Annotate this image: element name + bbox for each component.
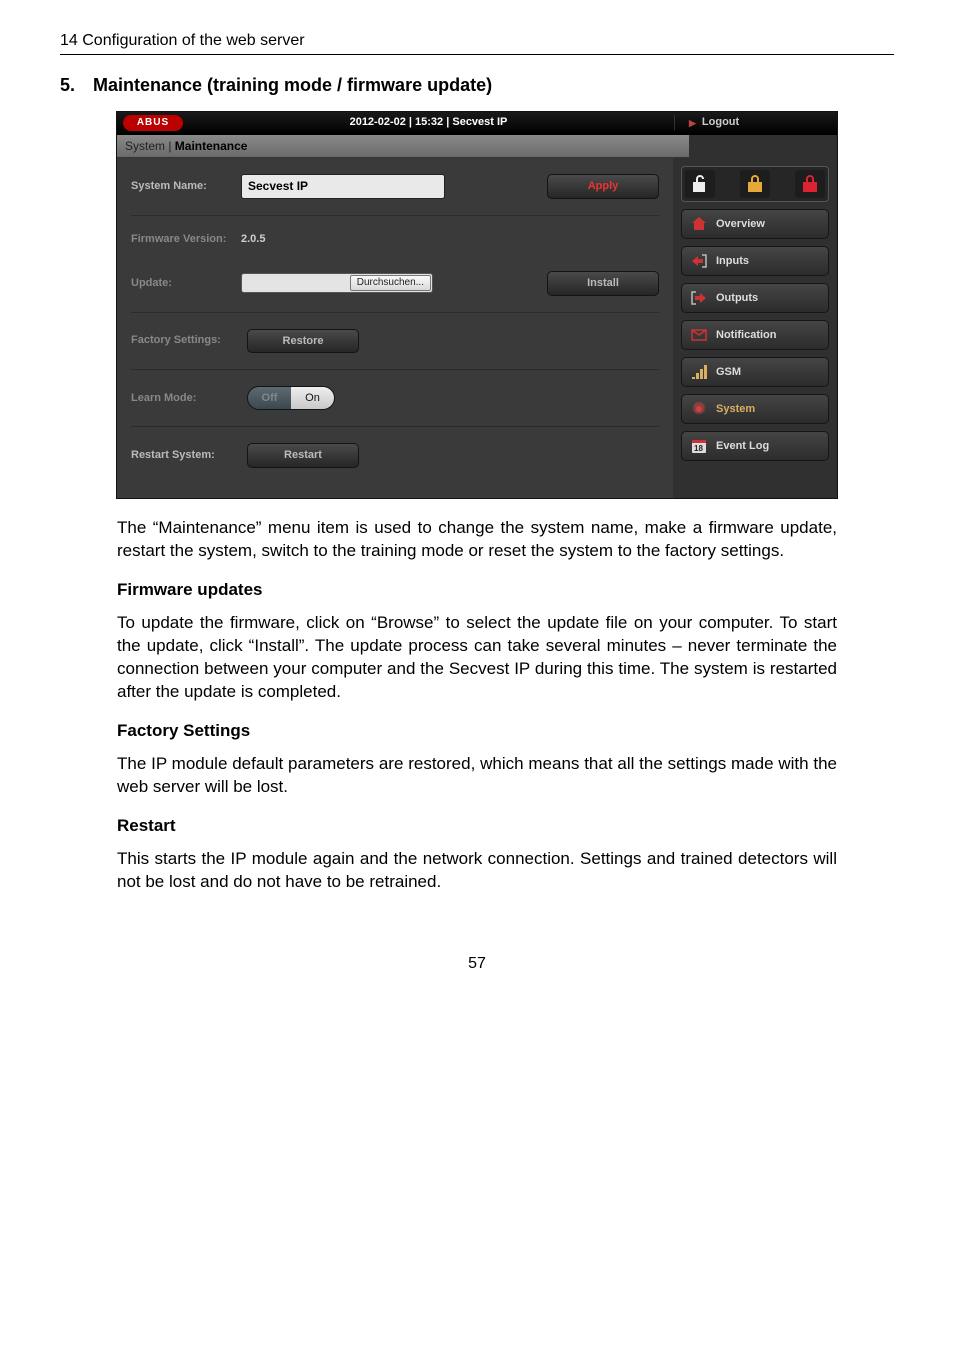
app-window: ABUS 2012-02-02 | 15:32 | Secvest IP ▶ L…: [116, 111, 838, 499]
brand-logo: ABUS: [123, 115, 183, 131]
nav-eventlog-label: Event Log: [716, 439, 769, 454]
calendar-badge: 18: [694, 444, 703, 455]
firmware-version-label: Firmware Version:: [131, 233, 241, 246]
doc-body: The “Maintenance” menu item is used to c…: [117, 517, 837, 893]
nav-gsm-label: GSM: [716, 365, 741, 380]
paragraph-restart: This starts the IP module again and the …: [117, 848, 837, 894]
nav-notification-label: Notification: [716, 328, 777, 343]
nav-inputs-label: Inputs: [716, 254, 749, 269]
restore-button[interactable]: Restore: [247, 329, 359, 354]
learn-mode-toggle[interactable]: Off On: [247, 386, 335, 410]
nav-notification[interactable]: Notification: [681, 320, 829, 350]
side-panel: Overview Inputs Outputs Notification: [673, 158, 837, 498]
nav-inputs[interactable]: Inputs: [681, 246, 829, 276]
update-file-input[interactable]: Durchsuchen...: [241, 273, 433, 293]
arrow-in-icon: [690, 252, 708, 270]
breadcrumb-bar: System | Maintenance: [117, 135, 837, 158]
system-name-label: System Name:: [131, 180, 241, 193]
factory-settings-label: Factory Settings:: [131, 334, 241, 347]
row-firmware: Firmware Version: 2.0.5 Update: Durchsuc…: [131, 216, 659, 313]
logout-arrow-icon: ▶: [689, 117, 696, 129]
nav-outputs[interactable]: Outputs: [681, 283, 829, 313]
install-button[interactable]: Install: [547, 271, 659, 296]
apply-button[interactable]: Apply: [547, 174, 659, 199]
nav-system[interactable]: System: [681, 394, 829, 424]
heading-restart: Restart: [117, 815, 837, 838]
update-label: Update:: [131, 277, 241, 290]
house-icon: [690, 215, 708, 233]
row-system-name: System Name: Secvest IP Apply: [131, 158, 659, 216]
lock-partial-icon[interactable]: [740, 170, 770, 198]
nav-overview-label: Overview: [716, 217, 765, 232]
signal-icon: [690, 363, 708, 381]
calendar-icon: 18: [690, 437, 708, 455]
nav-outputs-label: Outputs: [716, 291, 758, 306]
system-name-input[interactable]: Secvest IP: [241, 174, 445, 198]
breadcrumb-current: Maintenance: [175, 139, 248, 153]
learn-mode-label: Learn Mode:: [131, 392, 241, 405]
arm-state-bar: [681, 166, 829, 202]
mail-icon: [690, 326, 708, 344]
row-restart: Restart System: Restart: [131, 427, 659, 484]
nav-eventlog[interactable]: 18 Event Log: [681, 431, 829, 461]
section-number: 5.: [60, 73, 88, 97]
heading-firmware-updates: Firmware updates: [117, 579, 837, 602]
restart-system-label: Restart System:: [131, 449, 241, 462]
row-factory: Factory Settings: Restore: [131, 313, 659, 371]
toggle-off[interactable]: Off: [248, 387, 291, 409]
gear-icon: [690, 400, 708, 418]
lock-armed-icon[interactable]: [795, 170, 825, 198]
paragraph-intro: The “Maintenance” menu item is used to c…: [117, 517, 837, 563]
arrow-out-icon: [690, 289, 708, 307]
top-bar: ABUS 2012-02-02 | 15:32 | Secvest IP ▶ L…: [117, 112, 837, 135]
logout-label: Logout: [702, 115, 739, 130]
heading-factory-settings: Factory Settings: [117, 720, 837, 743]
nav-gsm[interactable]: GSM: [681, 357, 829, 387]
top-bar-status: 2012-02-02 | 15:32 | Secvest IP: [183, 115, 674, 130]
toggle-on[interactable]: On: [291, 387, 334, 409]
page-number: 57: [60, 953, 894, 975]
firmware-version-value: 2.0.5: [241, 232, 265, 247]
restart-button[interactable]: Restart: [247, 443, 359, 468]
logout-link[interactable]: ▶ Logout: [674, 115, 837, 130]
paragraph-firmware: To update the firmware, click on “Browse…: [117, 612, 837, 704]
breadcrumb[interactable]: System | Maintenance: [117, 135, 689, 158]
main-panel: System Name: Secvest IP Apply Firmware V…: [117, 158, 673, 498]
lock-unarmed-icon[interactable]: [685, 170, 715, 198]
row-learn-mode: Learn Mode: Off On: [131, 370, 659, 427]
page-header: 14 Configuration of the web server: [60, 30, 894, 55]
section-heading: 5. Maintenance (training mode / firmware…: [60, 73, 894, 97]
section-title: Maintenance (training mode / firmware up…: [93, 75, 492, 95]
nav-system-label: System: [716, 402, 755, 417]
paragraph-factory: The IP module default parameters are res…: [117, 753, 837, 799]
browse-button[interactable]: Durchsuchen...: [350, 275, 431, 291]
breadcrumb-prefix: System |: [125, 139, 175, 153]
nav-overview[interactable]: Overview: [681, 209, 829, 239]
